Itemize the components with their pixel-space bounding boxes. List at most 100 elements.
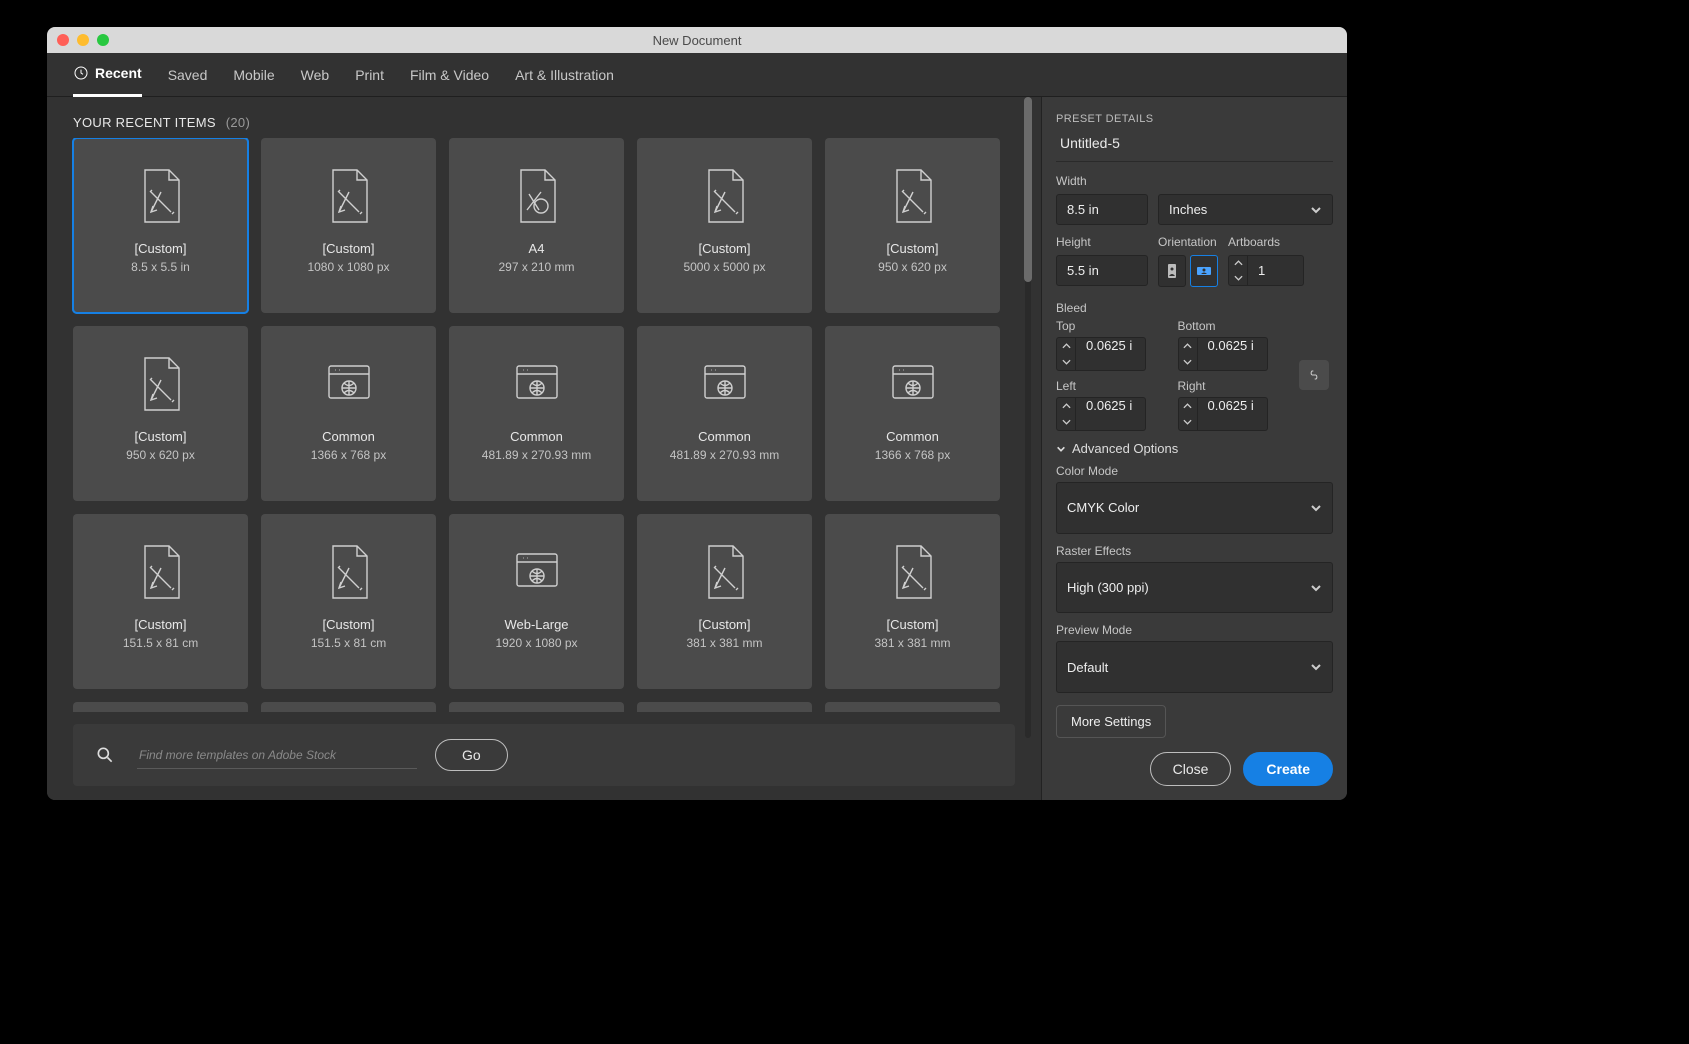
preset-card-name: [Custom]: [886, 241, 938, 256]
preset-card-peek[interactable]: [73, 702, 248, 712]
color-mode-label: Color Mode: [1056, 464, 1333, 478]
category-tabs: Recent Saved Mobile Web Print Film & Vid…: [47, 53, 1347, 97]
artboards-stepper[interactable]: [1228, 255, 1248, 286]
preset-card-name: Common: [322, 429, 375, 444]
preset-card[interactable]: [Custom]950 x 620 px: [73, 326, 248, 501]
create-button[interactable]: Create: [1243, 752, 1333, 786]
preset-card[interactable]: Common1366 x 768 px: [825, 326, 1000, 501]
artboards-input[interactable]: 1: [1248, 255, 1304, 286]
advanced-options-label: Advanced Options: [1072, 441, 1178, 456]
bleed-bottom-stepper[interactable]: [1178, 337, 1198, 371]
width-input[interactable]: 8.5 in: [1056, 194, 1148, 225]
doc-a4-icon: [511, 165, 563, 227]
bleed-left-input[interactable]: 0.0625 i: [1076, 397, 1146, 431]
tab-web[interactable]: Web: [301, 53, 330, 97]
bleed-left-label: Left: [1056, 379, 1168, 393]
bleed-right-input[interactable]: 0.0625 i: [1198, 397, 1268, 431]
presets-panel: YOUR RECENT ITEMS (20) [Custom]8.5 x 5.5…: [47, 97, 1041, 800]
doc-custom-icon: [135, 165, 187, 227]
stepper-up-icon[interactable]: [1229, 256, 1247, 271]
preset-card-name: [Custom]: [698, 617, 750, 632]
bleed-right-stepper[interactable]: [1178, 397, 1198, 431]
preset-card[interactable]: Web-Large1920 x 1080 px: [449, 514, 624, 689]
height-input[interactable]: 5.5 in: [1056, 255, 1148, 286]
bleed-label: Bleed: [1056, 301, 1333, 315]
width-label: Width: [1056, 174, 1333, 188]
chevron-down-icon: [1310, 502, 1322, 514]
preset-card[interactable]: [Custom]151.5 x 81 cm: [73, 514, 248, 689]
bleed-left-stepper[interactable]: [1056, 397, 1076, 431]
go-button[interactable]: Go: [435, 739, 508, 771]
search-icon: [95, 745, 115, 765]
bleed-bottom-label: Bottom: [1178, 319, 1290, 333]
preset-card-dim: 481.89 x 270.93 mm: [482, 448, 591, 462]
preset-name-field[interactable]: Untitled-5: [1056, 135, 1333, 162]
preset-card-peek[interactable]: [261, 702, 436, 712]
clock-icon: [73, 65, 89, 81]
doc-custom-icon: [323, 541, 375, 603]
preset-card-dim: 151.5 x 81 cm: [123, 636, 198, 650]
bleed-top-input[interactable]: 0.0625 i: [1076, 337, 1146, 371]
preset-card-name: [Custom]: [698, 241, 750, 256]
bleed-top-stepper[interactable]: [1056, 337, 1076, 371]
preset-card-name: [Custom]: [322, 617, 374, 632]
preset-card-peek[interactable]: [637, 702, 812, 712]
tab-recent[interactable]: Recent: [73, 53, 142, 97]
advanced-options-toggle[interactable]: Advanced Options: [1056, 441, 1333, 456]
link-bleed-button[interactable]: [1299, 360, 1329, 390]
units-value: Inches: [1169, 202, 1207, 217]
preset-card[interactable]: Common481.89 x 270.93 mm: [637, 326, 812, 501]
preset-card[interactable]: [Custom]151.5 x 81 cm: [261, 514, 436, 689]
tab-label: Saved: [168, 67, 208, 83]
bleed-bottom-input[interactable]: 0.0625 i: [1198, 337, 1268, 371]
preset-card[interactable]: [Custom]381 x 381 mm: [825, 514, 1000, 689]
tab-label: Film & Video: [410, 67, 489, 83]
chevron-down-icon: [1310, 661, 1322, 673]
tab-saved[interactable]: Saved: [168, 53, 208, 97]
search-bar: Go: [73, 724, 1015, 786]
preset-card[interactable]: A4 297 x 210 mm: [449, 138, 624, 313]
tab-film-video[interactable]: Film & Video: [410, 53, 489, 97]
titlebar: New Document: [47, 27, 1347, 53]
orientation-landscape[interactable]: [1190, 255, 1218, 287]
preset-card[interactable]: [Custom]950 x 620 px: [825, 138, 1000, 313]
web-common-icon: [323, 353, 375, 415]
raster-select[interactable]: High (300 ppi): [1056, 562, 1333, 614]
units-select[interactable]: Inches: [1158, 194, 1333, 225]
preset-card-dim: 481.89 x 270.93 mm: [670, 448, 779, 462]
scrollbar[interactable]: [1023, 97, 1033, 738]
search-input[interactable]: [137, 742, 417, 769]
more-settings-button[interactable]: More Settings: [1056, 705, 1166, 738]
link-icon: [1306, 367, 1322, 383]
orientation-portrait[interactable]: [1158, 255, 1186, 287]
chevron-down-icon: [1310, 582, 1322, 594]
tab-art-illustration[interactable]: Art & Illustration: [515, 53, 614, 97]
preset-card-dim: 297 x 210 mm: [498, 260, 574, 274]
tab-mobile[interactable]: Mobile: [233, 53, 274, 97]
bleed-top-label: Top: [1056, 319, 1168, 333]
scrollbar-thumb[interactable]: [1024, 97, 1032, 282]
preset-card[interactable]: Common1366 x 768 px: [261, 326, 436, 501]
preset-card[interactable]: [Custom]8.5 x 5.5 in: [73, 138, 248, 313]
close-button[interactable]: Close: [1150, 752, 1232, 786]
tab-label: Print: [355, 67, 384, 83]
preset-card-name: [Custom]: [322, 241, 374, 256]
tab-label: Art & Illustration: [515, 67, 614, 83]
preset-card-name: A4: [529, 241, 545, 256]
preset-card[interactable]: [Custom]381 x 381 mm: [637, 514, 812, 689]
preview-select[interactable]: Default: [1056, 641, 1333, 693]
chevron-down-icon: [1056, 444, 1066, 454]
preset-card-name: Common: [510, 429, 563, 444]
preset-card[interactable]: Common 481.89 x 270.93 mm: [449, 326, 624, 501]
stepper-down-icon[interactable]: [1229, 271, 1247, 286]
color-mode-select[interactable]: CMYK Color: [1056, 482, 1333, 534]
preset-card[interactable]: [Custom]1080 x 1080 px: [261, 138, 436, 313]
preset-card-name: Common: [886, 429, 939, 444]
preset-card-peek[interactable]: [825, 702, 1000, 712]
preset-details-heading: PRESET DETAILS: [1056, 113, 1333, 125]
preset-card-peek[interactable]: [449, 702, 624, 712]
doc-custom-icon: [135, 353, 187, 415]
preset-card[interactable]: [Custom]5000 x 5000 px: [637, 138, 812, 313]
landscape-icon: [1196, 263, 1212, 279]
tab-print[interactable]: Print: [355, 53, 384, 97]
